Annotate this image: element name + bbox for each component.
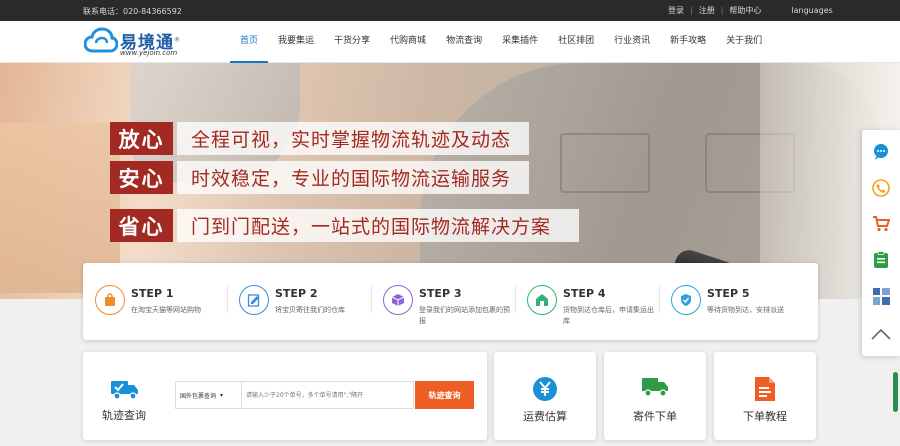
banner-photo-bg [560,133,650,193]
slogan-text: 时效稳定，专业的国际物流运输服务 [177,161,529,194]
tracking-type-select[interactable]: 国外包裹查询 ▾ [175,381,241,409]
step-item: STEP 4 货物到达仓库后，申请集运出库 [515,277,659,340]
logo-url: www.yejoin.com [120,49,178,57]
divider: | [690,6,693,15]
nav-item[interactable]: 代购商城 [380,21,436,62]
slogan-row: 安心 时效稳定，专业的国际物流运输服务 [110,161,529,194]
ship-order-card[interactable]: 寄件下单 [604,352,706,440]
truck-icon [642,378,668,397]
login-link[interactable]: 登录 [668,5,684,16]
back-to-top-icon [871,328,891,340]
phone-icon [872,179,890,197]
step-item: STEP 3 登录我们的网站添加包裹的预报 [371,277,515,340]
shield-check-icon [671,285,701,315]
card-label: 运费估算 [523,410,567,423]
document-icon [755,377,775,401]
nav-item[interactable]: 采集插件 [492,21,548,62]
nav-item[interactable]: 关于我们 [716,21,772,62]
orders-button[interactable] [862,242,900,278]
top-bar: 联系电话：020-84366592 登录 | 注册 | 帮助中心 languag… [0,0,900,21]
package-icon [383,285,413,315]
freight-estimate-card[interactable]: 运费估算 [494,352,596,440]
step-desc: 货物到达仓库后，申请集运出库 [563,306,654,325]
tracking-label: 轨迹查询 [102,409,146,422]
slogan-row: 放心 全程可视，实时掌握物流轨迹及动态 [110,122,529,155]
steps-panel: STEP 1 在淘宝天猫等网站购物 STEP 2 将宝贝寄往我们的仓库 STEP 3 登录… [83,263,818,340]
contact-phone: 联系电话：020-84366592 [83,7,182,16]
step-title: STEP 5 [707,287,750,300]
nav-item[interactable]: 首页 [230,21,269,63]
order-tutorial-card[interactable]: 下单教程 [714,352,816,440]
step-item: STEP 1 在淘宝天猫等网站购物 [83,277,227,340]
nav-item[interactable]: 我要集运 [268,21,324,62]
main-nav: 首页 我要集运 干货分享 代购商城 物流查询 采集插件 社区排团 行业资讯 新手攻略 关于我们 [230,21,772,63]
clipboard-icon [874,251,888,268]
caret-down-icon: ▾ [220,391,224,399]
slogan-row: 省心 门到门配送，一站式的国际物流解决方案 [110,209,579,242]
nav-item[interactable]: 行业资讯 [604,21,660,62]
step-desc: 将宝贝寄往我们的仓库 [275,306,345,314]
nav-item[interactable]: 干货分享 [324,21,380,62]
site-header: 易境通® www.yejoin.com 首页 我要集运 干货分享 代购商城 物流查询 采集… [0,21,900,63]
step-title: STEP 2 [275,287,318,300]
apps-button[interactable] [862,278,900,314]
back-to-top-button[interactable] [862,316,900,352]
select-value: 国外包裹查询 [180,392,217,400]
nav-item[interactable]: 物流查询 [436,21,492,62]
chat-bubble-icon [874,144,888,160]
cart-icon [873,216,890,232]
edit-form-icon [239,285,269,315]
tracking-number-input[interactable] [241,381,414,409]
tracking-search-button[interactable]: 轨迹查询 [415,381,474,409]
site-logo[interactable]: 易境通® www.yejoin.com [84,25,194,59]
scroll-indicator[interactable] [893,372,898,412]
languages-link[interactable]: languages [791,6,832,15]
step-title: STEP 1 [131,287,174,300]
step-desc: 等待货物到达，安排派送 [707,306,784,314]
step-desc: 在淘宝天猫等网站购物 [131,306,201,314]
truck-check-icon [111,381,138,400]
help-center-link[interactable]: 帮助中心 [729,5,761,16]
shopping-bag-icon [95,285,125,315]
phone-button[interactable] [862,170,900,206]
register-link[interactable]: 注册 [699,5,715,16]
step-item: STEP 5 等待货物到达，安排派送 [659,277,803,340]
tracking-panel: 轨迹查询 国外包裹查询 ▾ 轨迹查询 [83,352,487,440]
step-item: STEP 2 将宝贝寄往我们的仓库 [227,277,371,340]
online-chat-button[interactable] [862,134,900,170]
slogan-text: 全程可视，实时掌握物流轨迹及动态 [177,122,529,155]
cloud-logo-icon [84,27,118,53]
top-links: 登录 | 注册 | 帮助中心 languages [668,5,833,16]
nav-item[interactable]: 新手攻略 [660,21,716,62]
slogan-tag: 省心 [110,209,173,242]
step-title: STEP 4 [563,287,606,300]
warehouse-icon [527,285,557,315]
step-title: STEP 3 [419,287,462,300]
floating-toolbar [862,130,900,356]
divider: | [720,6,724,15]
grid-icon [872,287,890,305]
cart-button[interactable] [862,206,900,242]
card-label: 下单教程 [743,410,787,423]
nav-item[interactable]: 社区排团 [548,21,604,62]
step-desc: 登录我们的网站添加包裹的预报 [419,306,510,325]
slogan-tag: 安心 [110,161,173,194]
slogan-tag: 放心 [110,122,173,155]
slogan-text: 门到门配送，一站式的国际物流解决方案 [177,209,579,242]
card-label: 寄件下单 [633,410,677,423]
yen-coin-icon [533,377,557,401]
